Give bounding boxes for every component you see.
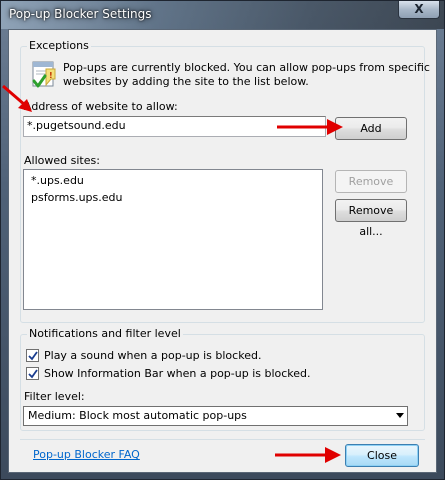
faq-link[interactable]: Pop-up Blocker FAQ (33, 448, 140, 461)
annotation-arrow-icon (277, 119, 343, 135)
show-info-bar-checkbox[interactable] (26, 367, 39, 380)
info-text-line1: Pop-ups are currently blocked. You can a… (63, 61, 430, 74)
annotation-arrow-icon (275, 447, 341, 463)
remove-all-button[interactable]: Remove all... (335, 199, 407, 238)
footer-divider (20, 439, 425, 440)
play-sound-checkbox[interactable] (26, 349, 39, 362)
allowed-site-item[interactable]: psforms.ups.edu (31, 191, 123, 204)
allowed-site-item[interactable]: *.ups.edu (31, 174, 84, 187)
window-title: Pop-up Blocker Settings (9, 7, 152, 21)
add-button[interactable]: Add (335, 117, 407, 140)
allowed-sites-list[interactable]: *.ups.edu psforms.ups.edu (23, 169, 323, 310)
annotation-arrow-icon (2, 84, 32, 112)
notifications-group: Notifications and filter level Play a so… (20, 327, 425, 431)
svg-text:!: ! (49, 71, 53, 80)
play-sound-label: Play a sound when a pop-up is blocked. (44, 349, 262, 362)
exceptions-legend: Exceptions (27, 39, 91, 52)
chevron-down-icon (396, 413, 404, 418)
address-label: Address of website to allow: (24, 100, 178, 113)
filter-level-label: Filter level: (24, 390, 85, 403)
remove-button[interactable]: Remove (335, 170, 407, 193)
title-bar[interactable]: Pop-up Blocker Settings X (1, 1, 444, 29)
close-button[interactable]: Close (345, 444, 419, 467)
exceptions-group: Exceptions ! Pop-ups are currently block… (20, 39, 430, 323)
info-text-line2: websites by adding the site to the list … (63, 75, 309, 88)
dialog-client-area: Exceptions ! Pop-ups are currently block… (8, 29, 437, 473)
filter-level-value: Medium: Block most automatic pop-ups (28, 409, 247, 422)
popup-blocker-window: Pop-up Blocker Settings X Exceptions ! P… (0, 0, 445, 480)
close-window-button[interactable]: X (398, 1, 440, 19)
notifications-legend: Notifications and filter level (27, 327, 183, 340)
show-info-bar-label: Show Information Bar when a pop-up is bl… (44, 367, 311, 380)
filter-level-select[interactable]: Medium: Block most automatic pop-ups (23, 406, 408, 426)
allowed-sites-label: Allowed sites: (24, 154, 100, 167)
